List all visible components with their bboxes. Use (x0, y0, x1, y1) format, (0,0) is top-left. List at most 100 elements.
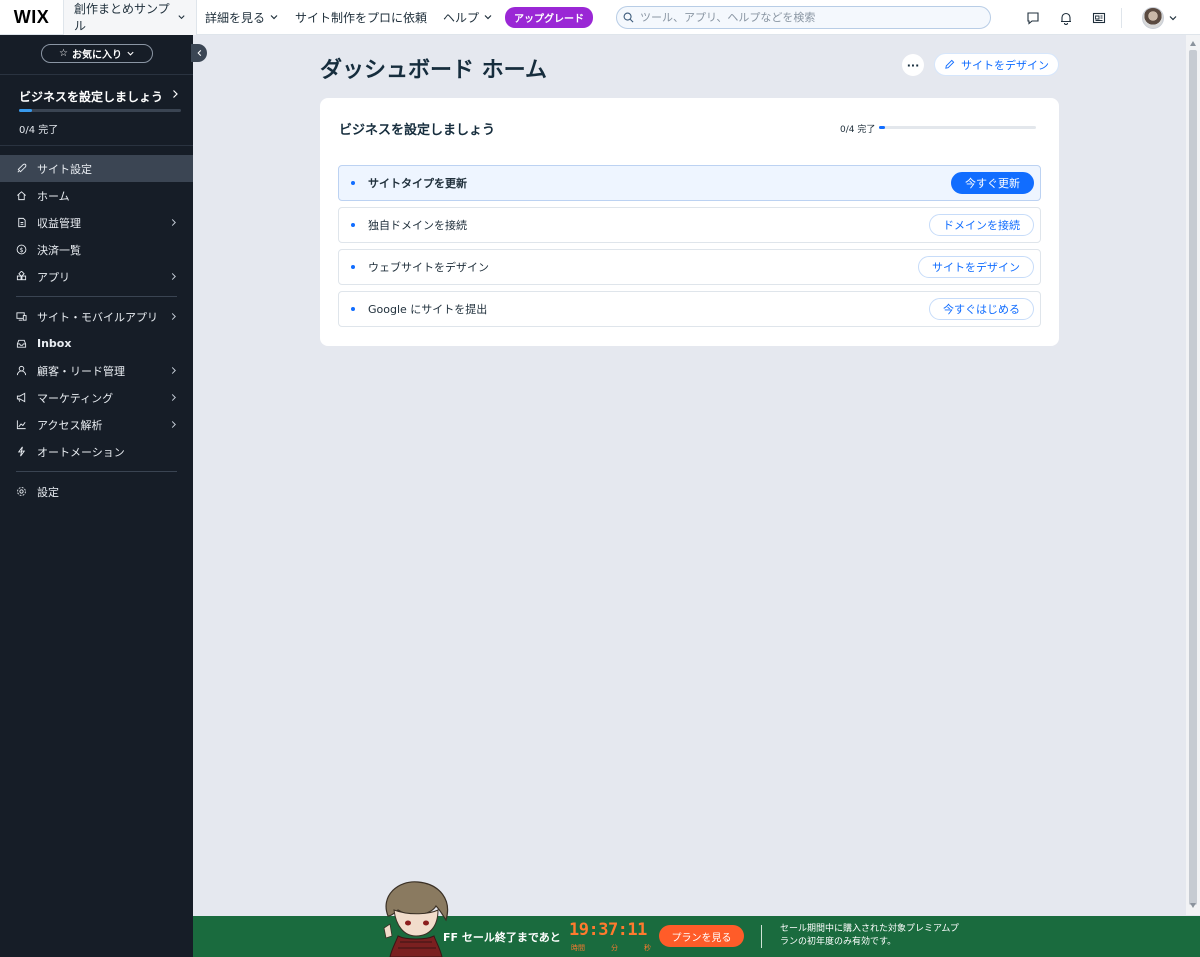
bullet (351, 223, 355, 227)
chevron-left-icon (196, 50, 201, 56)
setup-progress-fill (19, 109, 32, 112)
task-row[interactable]: 独自ドメインを接続 ドメインを接続 (338, 207, 1041, 243)
svg-text:$: $ (19, 246, 23, 254)
task-label: Google にサイトを提出 (368, 303, 488, 316)
chevron-right-icon (171, 394, 176, 401)
chevron-down-icon (178, 15, 185, 20)
sidebar-item-payments[interactable]: $ 決済一覧 (0, 236, 193, 263)
chevron-right-icon (171, 273, 176, 280)
sidebar-item-label: サイト設定 (37, 162, 92, 176)
divider (16, 296, 177, 297)
nav-help[interactable]: ヘルプ (435, 9, 501, 26)
countdown-timer: 19:37:11 (569, 920, 647, 940)
top-icons (1016, 0, 1200, 35)
sidebar-item-label: 収益管理 (37, 216, 81, 230)
sidebar-item-settings[interactable]: 設定 (0, 478, 193, 505)
connect-domain-button[interactable]: ドメインを接続 (929, 214, 1034, 236)
setup-title[interactable]: ビジネスを設定しましょう (19, 88, 163, 105)
sidebar-item-label: 設定 (37, 485, 59, 499)
more-actions-button[interactable]: ··· (902, 54, 924, 76)
chat-icon[interactable] (1016, 0, 1049, 35)
setup-card-title: ビジネスを設定しましょう (339, 123, 496, 138)
devices-icon (16, 311, 27, 322)
chevron-down-icon (1169, 15, 1177, 20)
task-row[interactable]: Google にサイトを提出 今すぐはじめる (338, 291, 1041, 327)
sidebar-item-contacts[interactable]: 顧客・リード管理 (0, 357, 193, 384)
design-site-button[interactable]: サイトをデザイン (934, 53, 1059, 76)
favorites-button[interactable]: ☆ お気に入り (41, 44, 153, 63)
task-row[interactable]: ウェブサイトをデザイン サイトをデザイン (338, 249, 1041, 285)
scroll-up-arrow-icon[interactable] (1190, 41, 1196, 46)
gear-icon (16, 486, 27, 497)
nav-explore-label: 詳細を見る (205, 10, 266, 25)
apps-icon (16, 271, 27, 282)
scroll-thumb[interactable] (1189, 50, 1197, 905)
chevron-down-icon (127, 51, 134, 56)
nav-explore[interactable]: 詳細を見る (197, 9, 287, 26)
sale-banner-note: セール期間中に購入された対象プレミアムプランの初年度のみ有効です。 (780, 924, 959, 947)
start-now-button[interactable]: 今すぐはじめる (929, 298, 1034, 320)
sidebar-item-label: アプリ (37, 270, 70, 284)
account-menu[interactable] (1128, 6, 1200, 29)
chevron-down-icon (270, 15, 278, 20)
inbox-icon (16, 338, 27, 349)
dollar-icon: $ (16, 244, 27, 255)
sidebar-item-site-mobile[interactable]: サイト・モバイルアプリ (0, 303, 193, 330)
sidebar-item-label: Inbox (37, 337, 72, 350)
sidebar-item-marketing[interactable]: マーケティング (0, 384, 193, 411)
analytics-icon (16, 419, 27, 430)
avatar (1142, 6, 1164, 29)
chevron-right-icon (171, 313, 176, 320)
bell-icon[interactable] (1049, 0, 1082, 35)
nav-hire-pro[interactable]: サイト制作をプロに依頼 (287, 9, 435, 26)
setup-card-progress-text: 0/4 完了 (840, 125, 876, 135)
sidebar-item-inbox[interactable]: Inbox (0, 330, 193, 357)
chevron-right-icon (171, 421, 176, 428)
contacts-icon (16, 365, 27, 376)
view-plans-button[interactable]: プランを見る (659, 925, 744, 947)
sidebar-item-apps[interactable]: アプリ (0, 263, 193, 290)
chevron-down-icon (484, 15, 492, 20)
divider (761, 925, 762, 948)
site-switcher[interactable]: 創作まとめサンプル (64, 0, 197, 35)
page-title: ダッシュボード ホーム (320, 58, 547, 83)
search-bar[interactable] (616, 6, 991, 29)
scroll-down-arrow-icon[interactable] (1190, 903, 1196, 908)
sidebar-item-label: 決済一覧 (37, 243, 81, 257)
nav-hire-pro-label: サイト制作をプロに依頼 (295, 10, 428, 25)
bullet (351, 181, 355, 185)
sidebar-item-home[interactable]: ホーム (0, 182, 193, 209)
revenue-icon (16, 217, 27, 228)
task-row[interactable]: サイトタイプを更新 今すぐ更新 (338, 165, 1041, 201)
sidebar-item-revenue[interactable]: 収益管理 (0, 209, 193, 236)
sidebar-item-automation[interactable]: オートメーション (0, 438, 193, 465)
task-label: ウェブサイトをデザイン (368, 261, 489, 274)
rocket-icon (16, 163, 27, 174)
setup-card: ビジネスを設定しましょう 0/4 完了 サイトタイプを更新 今すぐ更新 独自ドメ… (320, 98, 1059, 346)
sidebar-item-label: 顧客・リード管理 (37, 364, 125, 378)
hours-unit: 時間 (571, 944, 585, 952)
update-now-button[interactable]: 今すぐ更新 (951, 172, 1034, 194)
sidebar: ☆ お気に入り ビジネスを設定しましょう 0/4 完了 サイト設定 ホーム 収益… (0, 35, 207, 957)
setup-progress-text: 0/4 完了 (19, 125, 59, 136)
task-label: サイトタイプを更新 (368, 177, 467, 190)
bullet (351, 307, 355, 311)
collapse-sidebar-button[interactable] (191, 44, 207, 62)
megaphone-icon (16, 392, 27, 403)
sidebar-item-analytics[interactable]: アクセス解析 (0, 411, 193, 438)
sidebar-item-label: マーケティング (37, 391, 114, 405)
search-icon (623, 12, 634, 23)
seconds-unit: 秒 (644, 944, 651, 952)
mascot-character-image (383, 881, 449, 957)
design-site-label: サイトをデザイン (961, 58, 1049, 72)
wix-logo[interactable]: WIX (0, 0, 64, 35)
home-icon (16, 190, 27, 201)
chevron-right-icon (171, 367, 176, 374)
upgrade-button[interactable]: アップグレード (505, 6, 594, 28)
search-input[interactable] (640, 11, 970, 24)
setup-progress-bar (19, 109, 181, 112)
sidebar-item-site-setup[interactable]: サイト設定 (0, 155, 193, 182)
design-site-task-button[interactable]: サイトをデザイン (918, 256, 1034, 278)
news-icon[interactable] (1082, 0, 1115, 35)
chevron-right-icon[interactable] (171, 89, 179, 99)
